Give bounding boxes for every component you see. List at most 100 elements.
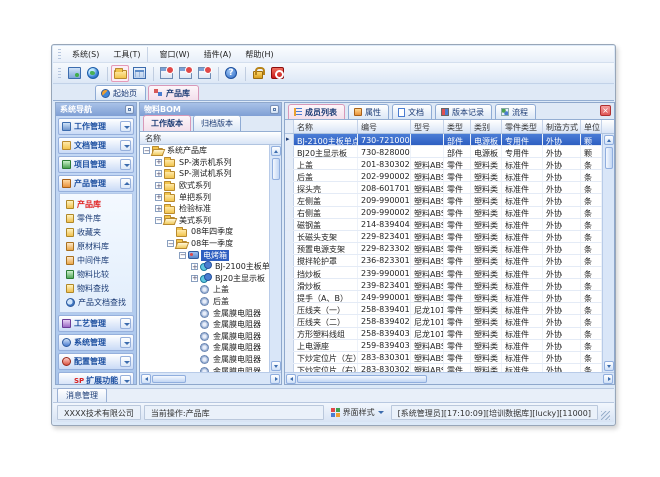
toolbar-grip[interactable]	[58, 68, 61, 79]
tree-node[interactable]: BJ20主显示板	[140, 273, 269, 285]
tree-toggle-icon[interactable]	[143, 147, 150, 154]
open-library-icon[interactable]	[111, 65, 129, 82]
tree-name-column-header[interactable]: 名称	[140, 132, 281, 145]
tree-toggle-icon[interactable]	[191, 275, 198, 282]
workspace-icon[interactable]	[65, 65, 83, 82]
tree-node[interactable]: 检验标准	[140, 203, 269, 215]
tree-toggle-icon[interactable]	[155, 159, 162, 166]
table-row[interactable]: 压线夹（一） 258-839401-00X 尼龙1010 零件 塑料类 标准件 …	[285, 303, 602, 315]
scroll-left-arrow[interactable]	[141, 374, 151, 384]
ui-style-dropdown[interactable]: 界面样式	[327, 405, 388, 420]
chevron-down-icon[interactable]	[120, 356, 131, 367]
chevron-down-icon[interactable]	[120, 121, 131, 132]
scroll-thumb[interactable]	[152, 375, 186, 383]
member-panel-tab[interactable]: 属性	[348, 104, 389, 119]
sidebar-section-header[interactable]: 配置管理	[58, 353, 134, 370]
tree-node[interactable]: SP-测试机系列	[140, 168, 269, 180]
tree-toggle-icon[interactable]	[155, 217, 162, 224]
tree-node[interactable]: 欧式系列	[140, 180, 269, 192]
table-row[interactable]: BJ-2100主板单点 730-721000-12X 部件 电源板 专用件 外协…	[285, 134, 602, 146]
menu-item[interactable]: 插件(A)	[197, 47, 239, 62]
tree-node[interactable]: 后盖	[140, 296, 269, 308]
table-row[interactable]: 左侧盖 209-990001-01X 塑料ABS 零件 塑料类 标准件 外协 条	[285, 194, 602, 206]
scroll-left-arrow[interactable]	[286, 374, 296, 384]
member-panel-tab[interactable]: 流程	[495, 104, 536, 119]
tree-node[interactable]: 电烤箱	[140, 249, 269, 261]
member-panel-tab[interactable]: 成员列表	[288, 104, 345, 119]
scroll-thumb[interactable]	[605, 147, 613, 169]
window-grid-icon[interactable]	[130, 65, 148, 82]
sidebar-item[interactable]: 物料比较	[66, 267, 132, 281]
sidebar-section-header[interactable]: 工艺管理	[58, 315, 134, 332]
scroll-up-arrow[interactable]	[604, 135, 614, 145]
close-icon[interactable]	[600, 105, 611, 116]
column-header[interactable]: 制造方式	[543, 120, 581, 133]
tree-node[interactable]: 金属膜电阻器	[140, 354, 269, 366]
chevron-down-icon[interactable]	[120, 375, 131, 384]
tree-horizontal-scrollbar[interactable]	[140, 372, 281, 384]
column-header[interactable]: 编号	[358, 120, 411, 133]
table-row[interactable]: 下炒定位片（右） 283-830302-00X 塑料ABS 零件 塑料类 标准件…	[285, 364, 602, 372]
document-tab[interactable]: 产品库	[148, 85, 199, 100]
table-row[interactable]: 挡炒板 239-990001-01X 塑料ABS 零件 塑料类 标准件 外协 条	[285, 267, 602, 279]
scroll-thumb[interactable]	[272, 158, 280, 180]
sidebar-section-header[interactable]: 项目管理	[58, 156, 134, 173]
message-management-tab[interactable]: 消息管理	[57, 388, 107, 402]
tree-node[interactable]: 金属膜电阻器	[140, 365, 269, 372]
chevron-up-icon[interactable]	[120, 178, 131, 189]
member-panel-tab[interactable]: 版本记录	[435, 104, 492, 119]
lock-icon[interactable]	[249, 65, 267, 82]
exit-icon[interactable]	[268, 65, 286, 82]
member-panel-tab[interactable]: 文档	[392, 104, 432, 119]
bom-pin-button[interactable]	[270, 105, 279, 114]
tree-node[interactable]: 08年一季度	[140, 238, 269, 250]
table-row[interactable]: 压线夹（二） 258-839402-00X 尼龙1010 零件 塑料类 标准件 …	[285, 315, 602, 327]
sidebar-item[interactable]: 零件库	[66, 211, 132, 225]
table-row[interactable]: 后盖 202-990002-01X 塑料ABS 零件 塑料类 标准件 外协 条	[285, 170, 602, 182]
table-horizontal-scrollbar[interactable]	[285, 372, 614, 384]
tree-toggle-icon[interactable]	[155, 205, 162, 212]
tree-node[interactable]: 金属膜电阻器	[140, 342, 269, 354]
chevron-down-icon[interactable]	[120, 159, 131, 170]
tree-toggle-icon[interactable]	[155, 194, 162, 201]
scroll-down-arrow[interactable]	[604, 361, 614, 371]
menubar-grip[interactable]	[58, 49, 61, 60]
menu-item[interactable]: 工具(T)	[106, 47, 148, 62]
help-icon[interactable]	[222, 65, 240, 82]
sidebar-section-header[interactable]: 系统管理	[58, 334, 134, 351]
table-row[interactable]: 上盖 201-830302-00X 塑料ABS 零件 塑料类 标准件 外协 条	[285, 158, 602, 170]
menu-item[interactable]: 窗口(W)	[152, 47, 196, 62]
column-header[interactable]: 类别	[471, 120, 502, 133]
table-vertical-scrollbar[interactable]	[602, 134, 614, 372]
tree-node[interactable]: 金属膜电阻器	[140, 307, 269, 319]
tree-node[interactable]: 金属膜电阻器	[140, 319, 269, 331]
tree-node[interactable]: 美式系列	[140, 215, 269, 227]
tree-node[interactable]: 上盖	[140, 284, 269, 296]
sidebar-item[interactable]: 原材料库	[66, 239, 132, 253]
sidebar-item[interactable]: 产品文档查找	[66, 295, 132, 309]
sidebar-item[interactable]: 收藏夹	[66, 225, 132, 239]
table-row[interactable]: 右侧盖 209-990002-01X 塑料ABS 零件 塑料类 标准件 外协 条	[285, 207, 602, 219]
sidebar-item[interactable]: 中间件库	[66, 253, 132, 267]
tree-toggle-icon[interactable]	[155, 182, 162, 189]
menu-item[interactable]: 帮助(H)	[238, 47, 280, 62]
scroll-down-arrow[interactable]	[271, 361, 281, 371]
sidebar-section-header[interactable]: SP 扩展功能	[58, 372, 134, 384]
tree-node[interactable]: 单把系列	[140, 191, 269, 203]
table-row[interactable]: 方形塑料线组 258-839403-00X 尼龙1010 零件 塑料类 标准件 …	[285, 328, 602, 340]
table-row[interactable]: 预置电源支架 229-823302-00X 塑料ABS 零件 塑料类 标准件 外…	[285, 243, 602, 255]
document-tab[interactable]: 起始页	[95, 85, 146, 100]
sidebar-section-header[interactable]: 工作管理	[58, 118, 134, 135]
table-row[interactable]: 搅拌轮护罩 236-823301-00X 塑料ABS 零件 塑料类 标准件 外协…	[285, 255, 602, 267]
bom-version-tab[interactable]: 归档版本	[193, 115, 241, 131]
scroll-thumb[interactable]	[297, 375, 427, 383]
table-row[interactable]: 磁钢盖 214-839404-01X 塑料ABS 零件 塑料类 标准件 外协 条	[285, 219, 602, 231]
tree-node[interactable]: 系统产品库	[140, 145, 269, 157]
sidebar-section-header-product[interactable]: 产品管理	[58, 175, 134, 192]
scroll-right-arrow[interactable]	[270, 374, 280, 384]
column-header[interactable]: 名称	[294, 120, 358, 133]
chevron-down-icon[interactable]	[120, 140, 131, 151]
tree-node[interactable]: 金属膜电阻器	[140, 331, 269, 343]
table-row[interactable]: 上电源座 259-839403-00X 塑料ABS 零件 塑料类 标准件 外协 …	[285, 340, 602, 352]
tree-toggle-icon[interactable]	[179, 252, 186, 259]
